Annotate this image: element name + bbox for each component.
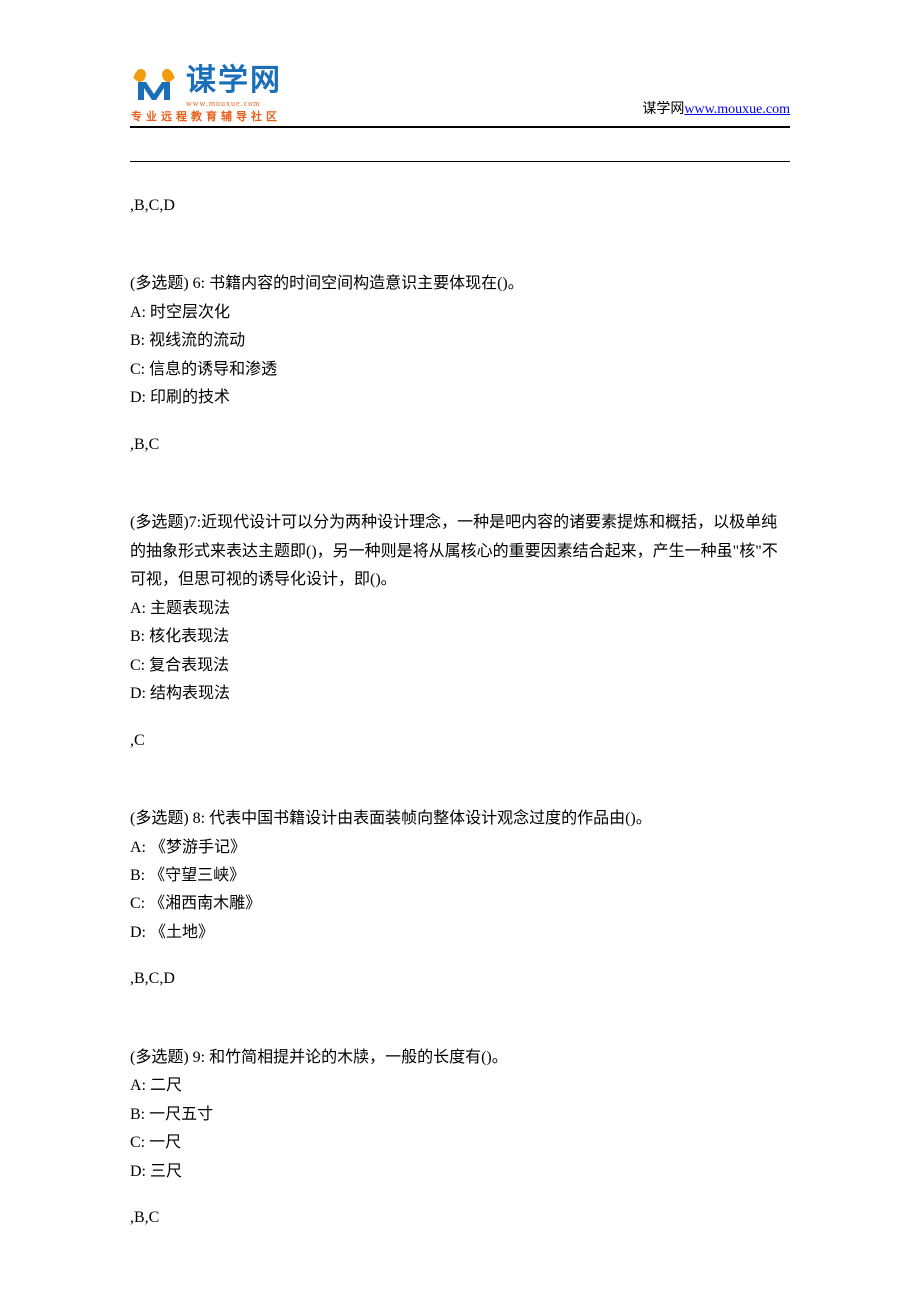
header-link[interactable]: www.mouxue.com [684,102,790,117]
option-d: D: 《土地》 [130,919,790,947]
option-b: B: 一尺五寸 [130,1101,790,1129]
question-prompt: (多选题)7:近现代设计可以分为两种设计理念，一种是吧内容的诸要素提炼和概括，以… [130,509,790,594]
header-right: 谋学网www.mouxue.com [642,98,790,124]
question-7: (多选题)7:近现代设计可以分为两种设计理念，一种是吧内容的诸要素提炼和概括，以… [130,509,790,708]
question-8: (多选题) 8: 代表中国书籍设计由表面装帧向整体设计观念过度的作品由()。 A… [130,805,790,947]
question-9: (多选题) 9: 和竹简相提并论的木牍，一般的长度有()。 A: 二尺 B: 一… [130,1044,790,1186]
answer-9: ,B,C [130,1204,790,1232]
option-c: C: 信息的诱导和渗透 [130,356,790,384]
logo-tagline: 专业远程教育辅导社区 [131,108,281,124]
logo-url-small: www.mouxue.com [186,99,282,108]
option-d: D: 印刷的技术 [130,384,790,412]
logo-area: 谋学网 www.mouxue.com 专业远程教育辅导社区 [130,55,282,124]
option-b: B: 视线流的流动 [130,327,790,355]
logo-text-group: 谋学网 www.mouxue.com [186,55,282,108]
question-prompt: (多选题) 8: 代表中国书籍设计由表面装帧向整体设计观念过度的作品由()。 [130,805,790,833]
option-b: B: 《守望三峡》 [130,862,790,890]
question-prompt: (多选题) 9: 和竹简相提并论的木牍，一般的长度有()。 [130,1044,790,1072]
option-c: C: 一尺 [130,1129,790,1157]
option-a: A: 《梦游手记》 [130,834,790,862]
page-header: 谋学网 www.mouxue.com 专业远程教育辅导社区 谋学网www.mou… [130,58,790,128]
option-d: D: 三尺 [130,1158,790,1186]
logo-top: 谋学网 www.mouxue.com [130,55,282,108]
option-d: D: 结构表现法 [130,680,790,708]
logo-brand-text: 谋学网 [186,64,282,97]
header-right-text: 谋学网 [642,102,684,117]
answer-8: ,B,C,D [130,965,790,993]
answer-7: ,C [130,727,790,755]
answer-6: ,B,C [130,431,790,459]
question-prompt: (多选题) 6: 书籍内容的时间空间构造意识主要体现在()。 [130,270,790,298]
option-c: C: 复合表现法 [130,652,790,680]
document-content: ,B,C,D (多选题) 6: 书籍内容的时间空间构造意识主要体现在()。 A:… [130,161,790,1233]
option-a: A: 时空层次化 [130,299,790,327]
option-c: C: 《湘西南木雕》 [130,890,790,918]
option-a: A: 主题表现法 [130,595,790,623]
prev-answer: ,B,C,D [130,192,790,220]
logo-icon [130,60,178,104]
option-b: B: 核化表现法 [130,623,790,651]
question-6: (多选题) 6: 书籍内容的时间空间构造意识主要体现在()。 A: 时空层次化 … [130,270,790,412]
option-a: A: 二尺 [130,1072,790,1100]
